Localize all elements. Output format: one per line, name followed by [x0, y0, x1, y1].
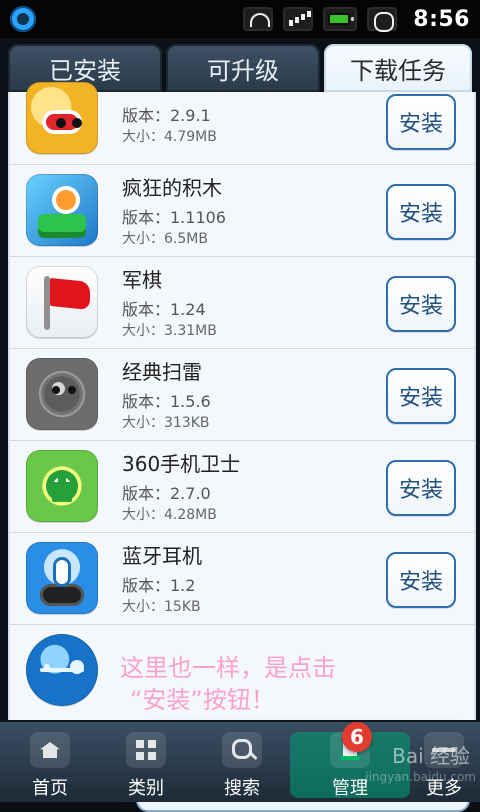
app-version: 版本：1.5.6 [122, 392, 211, 411]
app-version: 版本：2.7.0 [122, 484, 211, 503]
app-size: 大小：313KB [122, 415, 210, 431]
weibo-app-icon [26, 82, 98, 154]
nav-categories-label: 类别 [128, 778, 164, 799]
nav-categories[interactable]: 类别 [98, 732, 194, 799]
watermark-main: Bai 经验 [392, 744, 470, 768]
app-size: 大小：15KB [122, 599, 201, 615]
app-name: 军棋 [122, 268, 162, 292]
usb-app-icon [26, 634, 98, 706]
download-task-list[interactable]: 版本：2.9.1 大小：4.79MB 安装 疯狂的积木 版本：1.1106 大小… [8, 82, 476, 720]
app-version: 版本：1.1106 [122, 208, 226, 227]
instruction-line-1: 这里也一样，是点击 [120, 654, 336, 682]
home-icon [30, 732, 70, 768]
list-item[interactable]: 蓝牙耳机 版本：1.2 大小：15KB 安装 [10, 532, 474, 625]
app-name: 疯狂的积木 [122, 176, 222, 200]
grid-icon [126, 732, 166, 768]
tab-upgradable[interactable]: 可升级 [166, 44, 320, 92]
list-item[interactable]: 经典扫雷 版本：1.5.6 大小：313KB 安装 [10, 348, 474, 441]
main-content: 版本：2.9.1 大小：4.79MB 安装 疯狂的积木 版本：1.1106 大小… [0, 82, 480, 812]
nav-home[interactable]: 首页 [2, 732, 98, 799]
list-item[interactable]: 疯狂的积木 版本：1.1106 大小：6.5MB 安装 [10, 164, 474, 257]
app-size: 大小：6.5MB [122, 231, 208, 247]
app-size: 大小：4.79MB [122, 129, 217, 145]
app-version: 版本：1.24 [122, 300, 206, 319]
app-version: 版本：1.2 [122, 576, 196, 595]
list-item[interactable]: 军棋 版本：1.24 大小：3.31MB 安装 [10, 256, 474, 349]
watermark-sub: jingyan.baidu.com [365, 770, 476, 784]
app-size: 大小：4.28MB [122, 507, 217, 523]
install-button[interactable]: 安装 [386, 276, 456, 332]
search-icon [222, 732, 262, 768]
app-size: 大小：3.31MB [122, 323, 217, 339]
signal-icon [283, 7, 314, 31]
alarm-icon [367, 7, 398, 32]
list-item[interactable]: 版本：2.9.1 大小：4.79MB 安装 [10, 82, 474, 165]
instruction-line-2: “安装”按钮！ [130, 686, 275, 714]
install-button[interactable]: 安装 [386, 368, 456, 424]
install-button[interactable]: 安装 [386, 184, 456, 240]
install-button[interactable]: 安装 [386, 460, 456, 516]
game-app-icon [26, 174, 98, 246]
nav-home-label: 首页 [32, 778, 68, 799]
status-bar: 8:56 [0, 0, 480, 38]
flag-app-icon [26, 266, 98, 338]
status-time: 8:56 [413, 6, 470, 32]
app-version: 版本：2.9.1 [122, 106, 211, 125]
minesweeper-app-icon [26, 358, 98, 430]
app-name: 360手机卫士 [122, 452, 241, 476]
battery-icon [323, 7, 358, 31]
app-name: 经典扫雷 [122, 360, 202, 384]
security-app-icon [26, 450, 98, 522]
list-item[interactable]: 360手机卫士 版本：2.7.0 大小：4.28MB 安装 [10, 440, 474, 533]
install-button[interactable]: 安装 [386, 552, 456, 608]
install-button[interactable]: 安装 [386, 94, 456, 150]
headphones-app-icon [26, 542, 98, 614]
wifi-icon [243, 7, 274, 31]
instruction-overlay-text: 这里也一样，是点击 “安装”按钮！ [120, 652, 400, 716]
status-icons: 8:56 [243, 6, 470, 32]
app-name: 蓝牙耳机 [122, 544, 202, 568]
chat-bubble-icon [10, 6, 36, 32]
tab-download-tasks[interactable]: 下载任务 [324, 44, 472, 92]
nav-search[interactable]: 搜索 [194, 732, 290, 799]
nav-search-label: 搜索 [224, 778, 260, 799]
